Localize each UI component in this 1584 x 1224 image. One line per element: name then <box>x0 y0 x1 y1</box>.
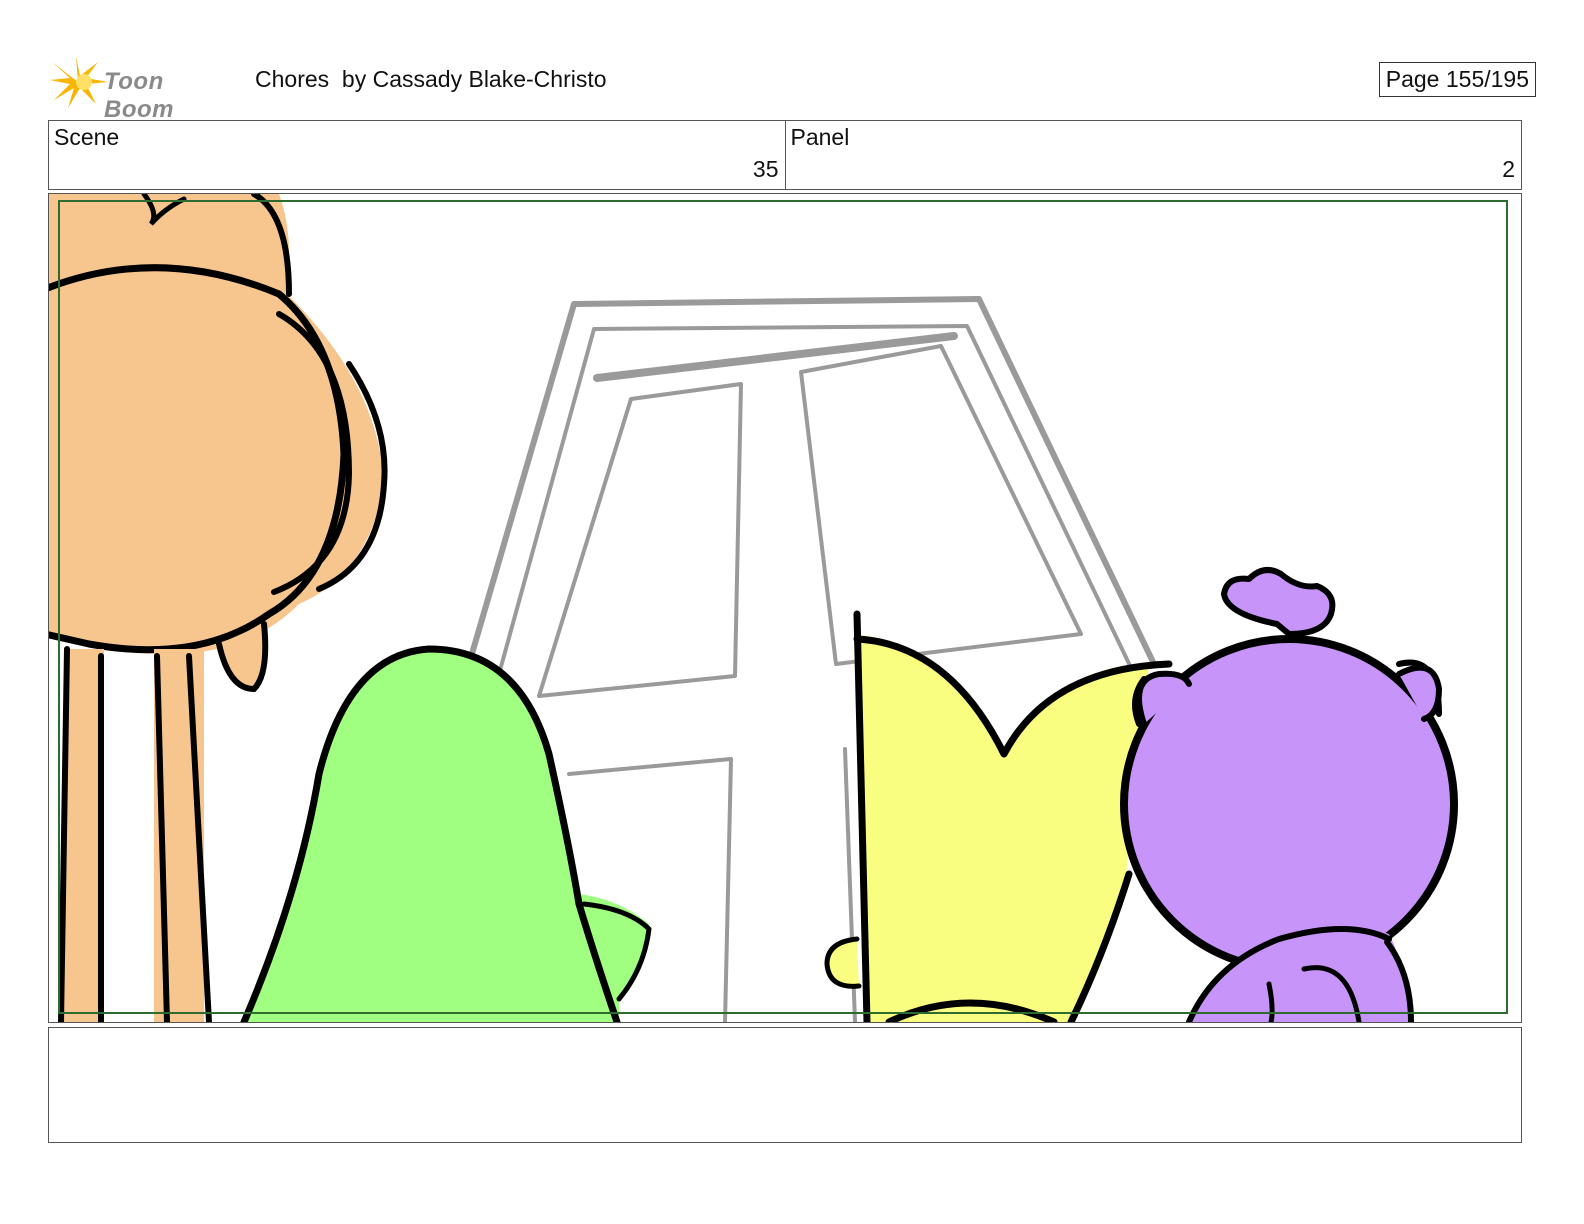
scene-value: 35 <box>752 156 779 182</box>
panel-cell: Panel 2 <box>784 121 1522 189</box>
starburst-icon <box>50 56 108 108</box>
scene-cell: Scene 35 <box>49 121 785 189</box>
scene-label: Scene <box>54 124 120 150</box>
panel-label: Panel <box>790 124 850 150</box>
logo-text: Toon Boom <box>104 68 174 123</box>
panel-notes <box>48 1027 1522 1143</box>
purple-character <box>1120 567 1458 1022</box>
page-number: Page 155/195 <box>1378 62 1536 97</box>
storyboard-frame <box>48 193 1522 1023</box>
green-character <box>240 645 652 1022</box>
yellow-character <box>824 610 1173 1022</box>
storyboard-drawing <box>49 194 1508 1022</box>
page-header: Toon Boom Chores by Cassady Blake-Christ… <box>50 54 1536 123</box>
panel-value: 2 <box>1502 156 1515 182</box>
scene-panel-info: Scene 35 Panel 2 <box>48 120 1522 190</box>
toon-boom-logo: Toon Boom <box>50 56 240 123</box>
document-title: Chores by Cassady Blake-Christo <box>255 66 607 92</box>
